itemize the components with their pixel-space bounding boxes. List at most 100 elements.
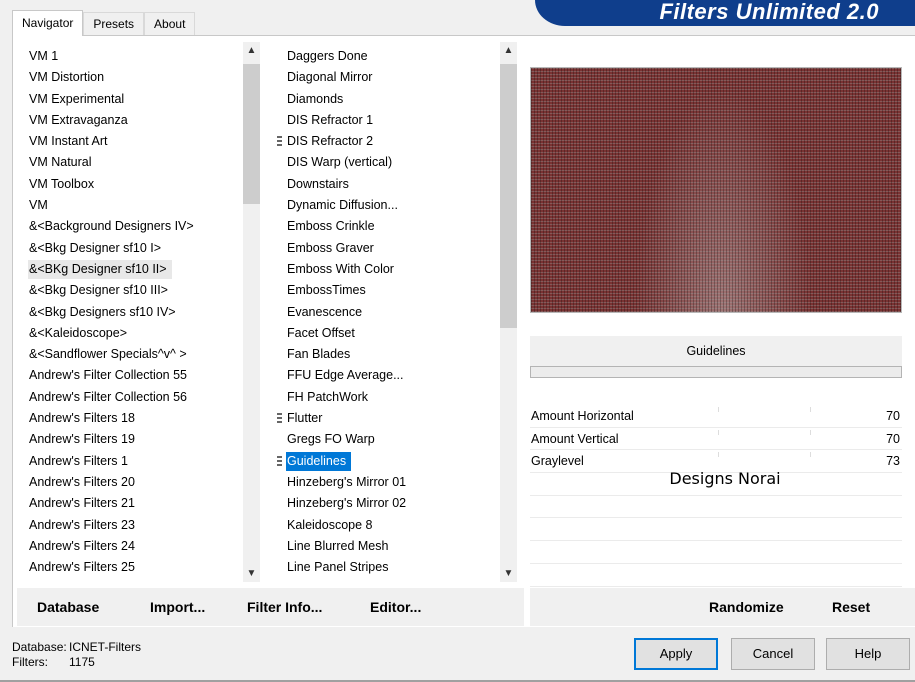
filter-item[interactable]: Dynamic Diffusion... — [273, 195, 509, 216]
filter-item-label: Emboss Graver — [287, 240, 374, 255]
scroll-down-icon[interactable]: ▼ — [500, 565, 517, 582]
filter-item-label: DIS Warp (vertical) — [287, 155, 393, 170]
slider-tick — [718, 429, 719, 435]
tab-navigator[interactable]: Navigator — [12, 10, 84, 36]
category-item[interactable]: Andrew's Filters 23 — [25, 515, 253, 536]
category-item[interactable]: Andrew's Filters 21 — [25, 493, 253, 514]
filter-item[interactable]: Diamonds — [273, 89, 509, 110]
filter-item[interactable]: Flutter — [273, 408, 509, 429]
category-list[interactable]: VM 1 VM Distortion VM Experimental VM Extra… — [25, 46, 253, 584]
category-scrollbar[interactable]: ▲ ▼ — [243, 42, 260, 582]
scroll-up-icon[interactable]: ▲ — [243, 42, 260, 59]
filter-item[interactable]: Facet Offset — [273, 323, 509, 344]
filter-item[interactable]: Line Blurred Mesh — [273, 536, 509, 557]
category-item[interactable]: VM — [25, 195, 253, 216]
editor-button[interactable]: Editor... — [370, 588, 421, 626]
help-button[interactable]: Help — [826, 638, 910, 670]
filter-item[interactable]: Emboss Crinkle — [273, 216, 509, 237]
filter-item[interactable]: Daggers Done — [273, 46, 509, 67]
category-item[interactable]: VM Natural — [25, 152, 253, 173]
filter-scrollbar[interactable]: ▲ ▼ — [500, 42, 517, 582]
filter-item-label: EmbossTimes — [287, 283, 366, 298]
category-item[interactable]: &<Bkg Designer sf10 I> — [25, 238, 253, 259]
category-item[interactable]: Andrew's Filters 18 — [25, 408, 253, 429]
filter-info-button[interactable]: Filter Info... — [247, 588, 322, 626]
app-banner: Filters Unlimited 2.0 — [535, 0, 915, 26]
category-item[interactable]: Andrew's Filters 1 — [25, 451, 253, 472]
category-item[interactable]: &<Sandflower Specials^v^ > — [25, 344, 253, 365]
filter-item[interactable]: Fan Blades — [273, 344, 509, 365]
category-item[interactable]: &<Bkg Designers sf10 IV> — [25, 302, 253, 323]
category-item-label: VM Instant Art — [29, 134, 108, 149]
filter-item[interactable]: DIS Refractor 2 — [273, 131, 509, 152]
filter-item-label: FFU Edge Average... — [287, 368, 404, 383]
filter-item[interactable]: EmbossTimes — [273, 280, 509, 301]
category-item-label: Andrew's Filters 25 — [29, 560, 135, 575]
filter-item-label: Gregs FO Warp — [287, 432, 375, 447]
category-item[interactable]: VM Toolbox — [25, 174, 253, 195]
filter-item[interactable]: Downstairs — [273, 174, 509, 195]
database-button[interactable]: Database — [37, 588, 99, 626]
category-item[interactable]: Andrew's Filters 19 — [25, 429, 253, 450]
category-item[interactable]: VM 1 — [25, 46, 253, 67]
marker-icon — [277, 136, 282, 148]
category-item-label: Andrew's Filter Collection 55 — [29, 368, 188, 383]
category-item[interactable]: &<Bkg Designer sf10 III> — [25, 280, 253, 301]
filter-item-label: Kaleidoscope 8 — [287, 517, 373, 532]
editor-button-label: Editor... — [370, 599, 422, 615]
filter-scroll-thumb[interactable] — [500, 64, 517, 328]
navigator-panel: VM 1 VM Distortion VM Experimental VM Extra… — [12, 35, 915, 627]
category-item-label: &<Sandflower Specials^v^ > — [29, 347, 187, 362]
filter-item[interactable]: Diagonal Mirror — [273, 67, 509, 88]
scroll-down-icon[interactable]: ▼ — [243, 565, 260, 582]
filter-item[interactable]: Gregs FO Warp — [273, 429, 509, 450]
filter-item[interactable]: Evanescence — [273, 302, 509, 323]
parameter-value: 70 — [886, 409, 900, 423]
import-button[interactable]: Import... — [150, 588, 205, 626]
category-item[interactable]: VM Distortion — [25, 67, 253, 88]
category-item-label: VM Distortion — [29, 70, 105, 85]
tab-about[interactable]: About — [144, 12, 196, 36]
category-item[interactable]: Andrew's Filters 24 — [25, 536, 253, 557]
slider-tick — [810, 407, 811, 412]
category-item[interactable]: VM Instant Art — [25, 131, 253, 152]
category-item[interactable]: &<Kaleidoscope> — [25, 323, 253, 344]
filter-item[interactable]: Hinzeberg's Mirror 02 — [273, 493, 509, 514]
randomize-button[interactable]: Randomize — [709, 588, 784, 626]
filter-item-label: Emboss Crinkle — [287, 219, 375, 234]
category-item[interactable]: &<BKg Designer sf10 II> — [25, 259, 253, 280]
filter-item[interactable]: DIS Refractor 1 — [273, 110, 509, 131]
filter-list[interactable]: Daggers Done Diagonal Mirror Diamonds DIS R… — [273, 46, 509, 584]
filter-preview-image — [530, 67, 902, 313]
filter-item[interactable]: Emboss With Color — [273, 259, 509, 280]
filter-item[interactable]: Line Panel Stripes — [273, 557, 509, 578]
filter-item-label: Evanescence — [287, 304, 363, 319]
category-item[interactable]: VM Experimental — [25, 89, 253, 110]
apply-button[interactable]: Apply — [634, 638, 718, 670]
category-item[interactable]: Andrew's Filter Collection 55 — [25, 365, 253, 386]
parameter-slider[interactable]: Amount Vertical 70 — [530, 428, 902, 451]
scroll-up-icon[interactable]: ▲ — [500, 42, 517, 59]
filter-item[interactable]: FFU Edge Average... — [273, 365, 509, 386]
database-label: Database: — [12, 640, 67, 654]
filter-item[interactable]: Emboss Graver — [273, 238, 509, 259]
category-item-label: VM Natural — [29, 155, 92, 170]
filter-item-label: Diagonal Mirror — [287, 70, 373, 85]
category-item[interactable]: &<Background Designers IV> — [25, 216, 253, 237]
filter-item[interactable]: Kaleidoscope 8 — [273, 515, 509, 536]
status-footer: Database: ICNET-Filters Filters: 1175 — [12, 640, 141, 670]
reset-button[interactable]: Reset — [832, 588, 870, 626]
category-item[interactable]: Andrew's Filters 25 — [25, 557, 253, 578]
tab-presets[interactable]: Presets — [83, 12, 145, 36]
parameter-slider[interactable]: Amount Horizontal 70 — [530, 405, 902, 428]
filter-item[interactable]: DIS Warp (vertical) — [273, 152, 509, 173]
import-button-label: Import... — [150, 599, 206, 615]
category-item[interactable]: Andrew's Filter Collection 56 — [25, 387, 253, 408]
filter-item[interactable]: FH PatchWork — [273, 387, 509, 408]
filter-item[interactable]: Guidelines — [273, 451, 509, 472]
filter-item[interactable]: Hinzeberg's Mirror 01 — [273, 472, 509, 493]
category-item[interactable]: VM Extravaganza — [25, 110, 253, 131]
category-item[interactable]: Andrew's Filters 20 — [25, 472, 253, 493]
category-scroll-thumb[interactable] — [243, 64, 260, 204]
cancel-button[interactable]: Cancel — [731, 638, 815, 670]
